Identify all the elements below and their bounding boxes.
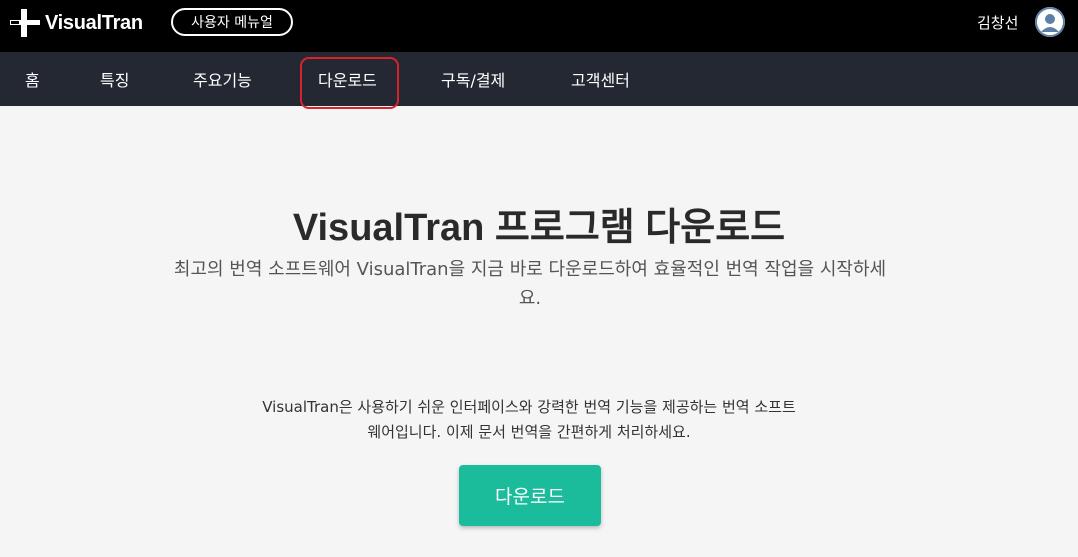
page-subtitle: 최고의 번역 소프트웨어 VisualTran을 지금 바로 다운로드하여 효율… xyxy=(105,255,955,313)
nav-item-support[interactable]: 고객센터 xyxy=(571,52,630,106)
description-line-2: 웨어입니다. 이제 문서 번역을 간편하게 처리하세요. xyxy=(367,423,691,441)
nav-item-subscription[interactable]: 구독/결제 xyxy=(441,52,505,106)
product-description: VisualTran은 사용하기 쉬운 인터페이스와 강력한 번역 기능을 제공… xyxy=(220,395,838,445)
page-title: VisualTran 프로그램 다운로드 xyxy=(292,207,786,249)
logo-text: VisualTran xyxy=(45,11,143,34)
download-button[interactable]: 다운로드 xyxy=(459,465,601,526)
nav-item-download[interactable]: 다운로드 xyxy=(318,52,377,106)
logo[interactable]: VisualTran xyxy=(9,8,143,38)
description-line-1: VisualTran은 사용하기 쉬운 인터페이스와 강력한 번역 기능을 제공… xyxy=(262,398,796,416)
subtitle-line-2: 요. xyxy=(518,288,542,309)
user-manual-button[interactable]: 사용자 메뉴얼 xyxy=(171,8,293,36)
nav-item-main-functions[interactable]: 주요기능 xyxy=(193,52,252,106)
logo-icon xyxy=(10,9,40,37)
user-name: 김창선 xyxy=(977,14,1019,32)
nav-item-features[interactable]: 특징 xyxy=(100,52,129,106)
main-nav: 홈 특징 주요기능 다운로드 구독/결제 고객센터 xyxy=(0,52,1078,106)
nav-item-home[interactable]: 홈 xyxy=(25,52,40,106)
user-avatar-icon[interactable] xyxy=(1035,7,1065,37)
top-bar: VisualTran 사용자 메뉴얼 김창선 xyxy=(0,0,1078,52)
subtitle-line-1: 최고의 번역 소프트웨어 VisualTran을 지금 바로 다운로드하여 효율… xyxy=(173,259,887,280)
